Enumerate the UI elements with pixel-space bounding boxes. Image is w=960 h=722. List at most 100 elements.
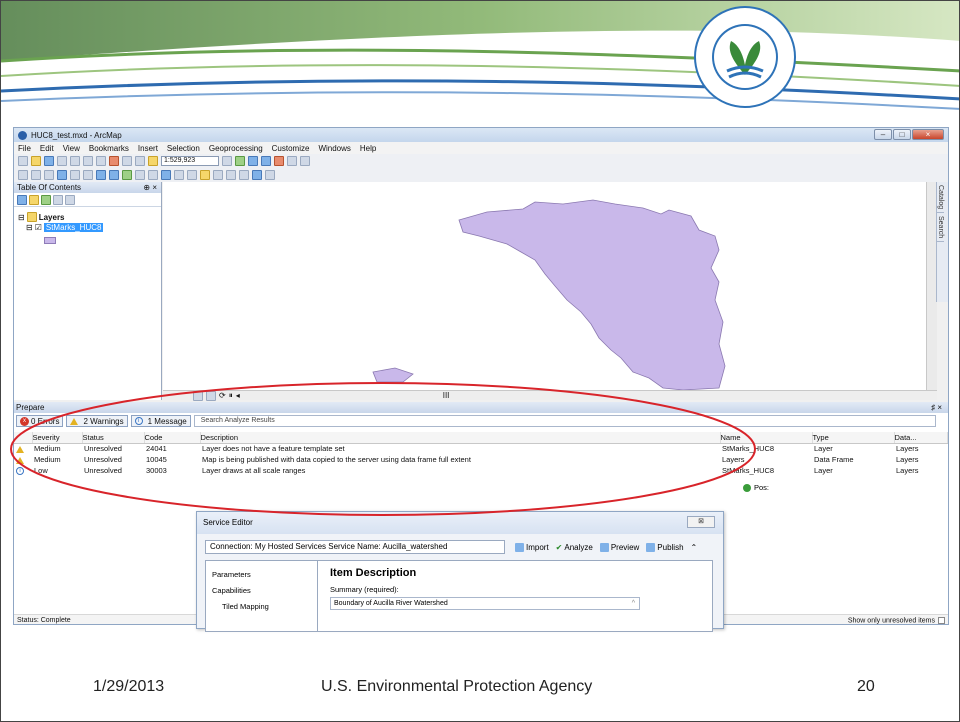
copy-icon[interactable] bbox=[83, 156, 93, 166]
column-status[interactable]: Status bbox=[82, 432, 145, 444]
hyperlink-icon[interactable] bbox=[174, 170, 184, 180]
catalog-window-icon[interactable] bbox=[261, 156, 271, 166]
toc-options-icon[interactable] bbox=[65, 195, 75, 205]
new-icon[interactable] bbox=[18, 156, 28, 166]
zoom-in-icon[interactable] bbox=[18, 170, 28, 180]
scale-dropdown-icon[interactable] bbox=[222, 156, 232, 166]
menu-view[interactable]: View bbox=[63, 144, 80, 153]
identify-icon[interactable] bbox=[161, 170, 171, 180]
analyze-button[interactable]: ✔ Analyze bbox=[556, 543, 593, 552]
collapse-up-icon[interactable]: ⌃ bbox=[691, 543, 698, 552]
select-elements-icon[interactable] bbox=[148, 170, 158, 180]
open-icon[interactable] bbox=[31, 156, 41, 166]
publish-button[interactable]: Publish bbox=[646, 542, 684, 552]
column-code[interactable]: Code bbox=[144, 432, 201, 444]
toc-window-icon[interactable] bbox=[248, 156, 258, 166]
preview-button[interactable]: Preview bbox=[599, 542, 639, 552]
list-by-drawing-order-icon[interactable] bbox=[17, 195, 27, 205]
search-tab[interactable]: Search bbox=[937, 213, 944, 243]
find-icon[interactable] bbox=[213, 170, 223, 180]
map-view[interactable] bbox=[163, 182, 937, 391]
menu-windows[interactable]: Windows bbox=[318, 144, 350, 153]
pause-icon[interactable]: ⏸ bbox=[229, 391, 233, 401]
map-scale-input[interactable]: 1:529,923 bbox=[161, 156, 219, 166]
toc-pin-close[interactable]: ⊕ × bbox=[143, 182, 157, 193]
column-data[interactable]: Data... bbox=[894, 432, 948, 444]
menu-file[interactable]: File bbox=[18, 144, 31, 153]
nav-parameters[interactable]: Parameters bbox=[212, 567, 311, 583]
zoom-out-icon[interactable] bbox=[31, 170, 41, 180]
list-by-selection-icon[interactable] bbox=[53, 195, 63, 205]
show-unresolved-checkbox[interactable] bbox=[938, 616, 945, 624]
import-button[interactable]: Import bbox=[515, 542, 549, 552]
xy-icon[interactable] bbox=[239, 170, 249, 180]
layout-view-icon[interactable] bbox=[206, 390, 216, 401]
refresh-icon[interactable]: ⟳ bbox=[219, 391, 226, 400]
route-icon[interactable] bbox=[226, 170, 236, 180]
time-slider-icon[interactable] bbox=[252, 170, 262, 180]
errors-filter-button[interactable]: x 0 Errors bbox=[16, 415, 64, 427]
fixed-zoom-in-icon[interactable] bbox=[70, 170, 80, 180]
add-data-icon[interactable] bbox=[148, 156, 158, 166]
minimize-button[interactable]: – bbox=[874, 129, 892, 140]
table-row[interactable]: Medium Unresolved 10045 Map is being pub… bbox=[14, 454, 948, 465]
scroll-left-icon[interactable]: ◂ bbox=[236, 391, 240, 400]
menu-selection[interactable]: Selection bbox=[167, 144, 200, 153]
print-icon[interactable] bbox=[57, 156, 67, 166]
toolbox-icon[interactable] bbox=[287, 156, 297, 166]
viewer-icon[interactable] bbox=[265, 170, 275, 180]
clear-selection-icon[interactable] bbox=[135, 170, 145, 180]
column-type[interactable]: Type bbox=[812, 432, 895, 444]
fixed-zoom-out-icon[interactable] bbox=[83, 170, 93, 180]
nav-tiled-mapping[interactable]: Tiled Mapping bbox=[212, 599, 311, 615]
collapse-icon[interactable]: ⊟ bbox=[26, 223, 33, 232]
search-window-icon[interactable] bbox=[274, 156, 284, 166]
menu-help[interactable]: Help bbox=[360, 144, 376, 153]
list-by-source-icon[interactable] bbox=[29, 195, 39, 205]
show-unresolved-option[interactable]: Show only unresolved items bbox=[848, 616, 945, 624]
forward-extent-icon[interactable] bbox=[109, 170, 119, 180]
menu-geoprocessing[interactable]: Geoprocessing bbox=[209, 144, 263, 153]
menu-insert[interactable]: Insert bbox=[138, 144, 158, 153]
html-popup-icon[interactable] bbox=[187, 170, 197, 180]
horizontal-scroll-thumb[interactable]: III bbox=[443, 391, 450, 400]
undo-icon[interactable] bbox=[122, 156, 132, 166]
close-button[interactable]: × bbox=[912, 129, 944, 140]
catalog-tab[interactable]: Catalog bbox=[937, 182, 944, 214]
python-icon[interactable] bbox=[300, 156, 310, 166]
table-row[interactable]: Medium Unresolved 24041 Layer does not h… bbox=[14, 443, 948, 454]
redo-icon[interactable] bbox=[135, 156, 145, 166]
toc-layer-row[interactable]: ⊟ ☑ StMarks_HUC8 bbox=[26, 223, 104, 232]
column-name[interactable]: Name bbox=[720, 432, 813, 444]
layer-visibility-checkbox[interactable]: ☑ bbox=[35, 223, 42, 232]
warnings-filter-button[interactable]: 2 Warnings bbox=[66, 415, 128, 427]
pan-icon[interactable] bbox=[44, 170, 54, 180]
back-extent-icon[interactable] bbox=[96, 170, 106, 180]
list-by-visibility-icon[interactable] bbox=[41, 195, 51, 205]
measure-icon[interactable] bbox=[200, 170, 210, 180]
prepare-pin-close[interactable]: ♯ × bbox=[931, 402, 942, 413]
analyze-search-input[interactable]: Search Analyze Results bbox=[193, 415, 936, 427]
paste-icon[interactable] bbox=[96, 156, 106, 166]
select-features-icon[interactable] bbox=[122, 170, 132, 180]
menu-customize[interactable]: Customize bbox=[272, 144, 310, 153]
nav-capabilities[interactable]: Capabilities bbox=[212, 583, 311, 599]
column-description[interactable]: Description bbox=[200, 432, 721, 444]
delete-icon[interactable] bbox=[109, 156, 119, 166]
messages-filter-button[interactable]: i 1 Message bbox=[130, 415, 191, 427]
cut-icon[interactable] bbox=[70, 156, 80, 166]
data-view-icon[interactable] bbox=[193, 390, 203, 401]
layer-symbol-swatch[interactable] bbox=[44, 237, 56, 244]
scroll-up-icon[interactable]: ^ bbox=[632, 598, 635, 609]
maximize-button[interactable]: □ bbox=[893, 129, 911, 140]
toc-layers-row[interactable]: ⊟ Layers bbox=[18, 212, 65, 222]
column-severity[interactable]: Severity bbox=[32, 432, 83, 444]
toc-layer-label[interactable]: StMarks_HUC8 bbox=[43, 223, 104, 232]
editor-icon[interactable] bbox=[235, 156, 245, 166]
dialog-close-button[interactable]: ⊠ bbox=[687, 516, 715, 528]
menu-edit[interactable]: Edit bbox=[40, 144, 54, 153]
save-icon[interactable] bbox=[44, 156, 54, 166]
menu-bookmarks[interactable]: Bookmarks bbox=[89, 144, 129, 153]
summary-field[interactable]: Boundary of Aucilla River Watershed ^ bbox=[330, 597, 640, 610]
collapse-icon[interactable]: ⊟ bbox=[18, 213, 25, 222]
